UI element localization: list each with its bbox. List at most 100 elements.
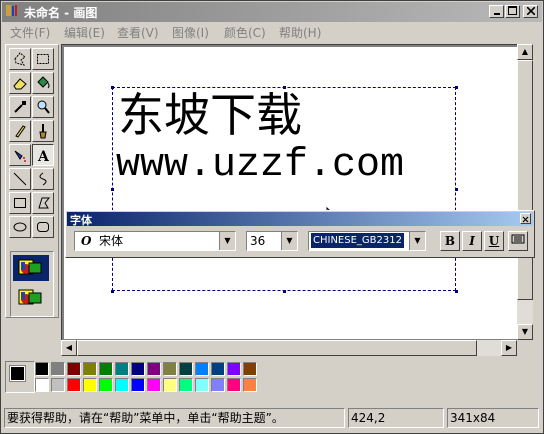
fill-bucket-tool[interactable]: [32, 72, 54, 94]
palette-swatch[interactable]: [99, 378, 113, 392]
rect-select-tool[interactable]: [32, 48, 54, 70]
palette-swatch[interactable]: [51, 362, 65, 376]
script-select[interactable]: CHINESE_GB2312 ▼: [308, 231, 426, 251]
palette-swatch[interactable]: [179, 362, 193, 376]
palette-swatch[interactable]: [115, 378, 129, 392]
opaque-background-option[interactable]: [13, 255, 49, 281]
palette-swatch[interactable]: [99, 362, 113, 376]
menu-colors[interactable]: 颜色(C): [224, 24, 266, 41]
status-coordinates: 424,2: [348, 408, 444, 428]
resize-handle[interactable]: [455, 188, 458, 191]
resize-handle[interactable]: [283, 290, 286, 293]
fonts-toolbar-title: 字体: [70, 214, 92, 227]
rect-select-icon: [37, 54, 49, 64]
maximize-button[interactable]: [505, 5, 520, 18]
tool-box: A: [5, 44, 59, 318]
bold-button[interactable]: B: [440, 231, 460, 251]
minimize-button[interactable]: [489, 5, 504, 18]
palette-swatch[interactable]: [115, 362, 129, 376]
free-select-tool[interactable]: [9, 48, 31, 70]
ellipse-icon: [13, 222, 27, 232]
menu-edit[interactable]: 编辑(E): [64, 24, 105, 41]
palette-swatch[interactable]: [211, 362, 225, 376]
eraser-icon: [13, 78, 27, 90]
palette-swatch[interactable]: [195, 378, 209, 392]
menu-help[interactable]: 帮助(H): [279, 24, 321, 41]
scroll-corner: [517, 340, 533, 356]
eraser-tool[interactable]: [9, 72, 31, 94]
menu-view[interactable]: 查看(V): [117, 24, 159, 41]
transparent-background-icon: [18, 289, 42, 305]
color-picker-tool[interactable]: [9, 96, 31, 118]
palette-swatch[interactable]: [163, 378, 177, 392]
chevron-down-icon[interactable]: ▼: [219, 232, 235, 250]
fill-bucket-icon: [37, 76, 50, 89]
palette-swatch[interactable]: [163, 362, 177, 376]
palette-swatch[interactable]: [35, 378, 49, 392]
brush-tool[interactable]: [32, 120, 54, 142]
eyedropper-icon: [14, 101, 26, 113]
fonts-toolbar-close-button[interactable]: [520, 213, 531, 224]
scroll-down-button[interactable]: ▼: [517, 324, 533, 340]
magnifier-tool[interactable]: [32, 96, 54, 118]
palette-swatch[interactable]: [179, 378, 193, 392]
ellipse-tool[interactable]: [9, 216, 31, 238]
resize-handle[interactable]: [111, 290, 114, 293]
resize-handle[interactable]: [111, 188, 114, 191]
palette-swatch[interactable]: [211, 378, 225, 392]
horizontal-scroll-thumb[interactable]: [77, 340, 477, 356]
text-tool[interactable]: A: [32, 144, 54, 166]
curve-tool[interactable]: [32, 168, 54, 190]
chevron-down-icon[interactable]: ▼: [281, 232, 297, 250]
chevron-down-icon[interactable]: ▼: [409, 232, 425, 250]
transparent-background-option[interactable]: [13, 285, 49, 311]
menu-image[interactable]: 图像(I): [172, 24, 209, 41]
horizontal-scrollbar[interactable]: ◀ ▶: [61, 340, 517, 356]
paint-window: 未命名 - 画图 文件(F) 编辑(E) 查看(V) 图像(I) 颜色(C) 帮…: [0, 0, 544, 434]
palette-swatch[interactable]: [51, 378, 65, 392]
resize-handle[interactable]: [111, 86, 114, 89]
palette-swatch[interactable]: [83, 378, 97, 392]
palette-swatch[interactable]: [227, 378, 241, 392]
vertical-text-button[interactable]: [508, 231, 528, 251]
line-tool[interactable]: [9, 168, 31, 190]
palette-swatch[interactable]: [67, 362, 81, 376]
airbrush-tool[interactable]: [9, 144, 31, 166]
fonts-toolbar-title-bar: 字体: [67, 212, 533, 227]
scroll-right-button[interactable]: ▶: [501, 340, 517, 356]
palette-swatch[interactable]: [67, 378, 81, 392]
palette-swatch[interactable]: [131, 362, 145, 376]
font-name-select[interactable]: O 宋体 ▼: [74, 231, 236, 251]
vertical-scroll-thumb[interactable]: [517, 60, 533, 300]
pencil-tool[interactable]: [9, 120, 31, 142]
scroll-left-button[interactable]: ◀: [61, 340, 77, 356]
palette-swatch[interactable]: [131, 378, 145, 392]
rounded-rect-icon: [37, 222, 49, 232]
resize-handle[interactable]: [455, 290, 458, 293]
drawing-canvas[interactable]: 东坡下载 www.uzzf.com: [64, 47, 518, 339]
palette-swatch[interactable]: [243, 378, 257, 392]
rounded-rect-tool[interactable]: [32, 216, 54, 238]
palette-swatch[interactable]: [243, 362, 257, 376]
menu-bar: 文件(F) 编辑(E) 查看(V) 图像(I) 颜色(C) 帮助(H): [2, 22, 542, 40]
scroll-up-button[interactable]: ▲: [517, 44, 533, 60]
palette-swatch[interactable]: [195, 362, 209, 376]
menu-file[interactable]: 文件(F): [10, 24, 50, 41]
palette-swatch[interactable]: [147, 362, 161, 376]
script-value: CHINESE_GB2312: [311, 233, 404, 248]
palette-swatch[interactable]: [227, 362, 241, 376]
foreground-color[interactable]: [9, 365, 26, 382]
font-size-select[interactable]: 36 ▼: [246, 231, 298, 251]
curve-icon: [39, 172, 47, 186]
rectangle-tool[interactable]: [9, 192, 31, 214]
underline-button[interactable]: U: [484, 231, 504, 251]
palette-swatch[interactable]: [147, 378, 161, 392]
polygon-tool[interactable]: [32, 192, 54, 214]
resize-handle[interactable]: [455, 86, 458, 89]
opentype-font-icon: O: [81, 234, 92, 248]
palette-swatch[interactable]: [35, 362, 49, 376]
italic-button[interactable]: I: [462, 231, 482, 251]
vertical-scrollbar[interactable]: ▲ ▼: [517, 44, 533, 340]
palette-swatch[interactable]: [83, 362, 97, 376]
close-button[interactable]: [523, 5, 538, 18]
